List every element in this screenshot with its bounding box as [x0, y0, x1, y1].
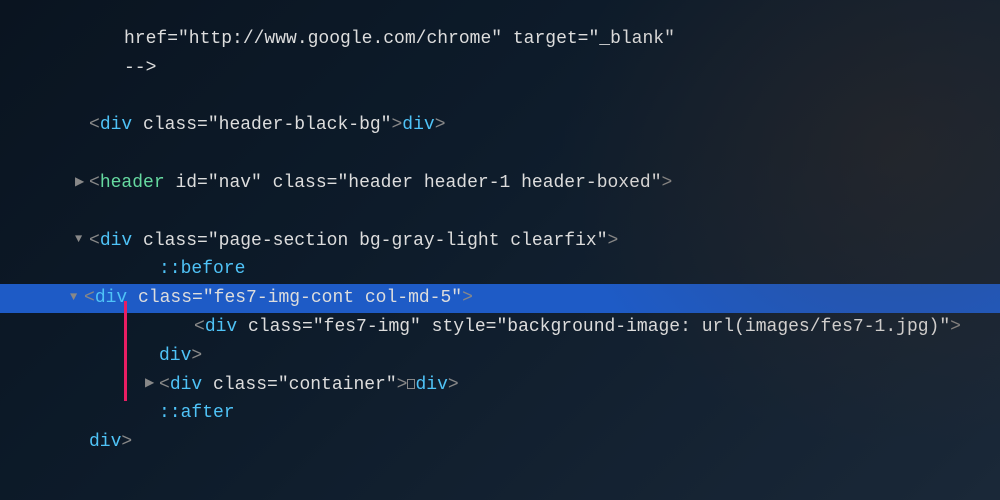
tag-name: div [402, 115, 434, 135]
bracket: > [448, 375, 459, 395]
fold-spacer [75, 86, 89, 105]
code-line[interactable] [55, 457, 1000, 486]
fold-spacer [145, 259, 159, 278]
tag-name: div [159, 346, 191, 366]
code-editor-viewport: href="http://www.google.com/chrome" targ… [55, 25, 1000, 486]
tag-name: div [95, 288, 127, 308]
fold-spacer [145, 403, 159, 422]
attrs: class="fes7-img-cont col-md-5" [138, 288, 462, 308]
fold-spacer [75, 461, 89, 480]
code-line[interactable]: ▶<header id="nav" class="header header-1… [55, 169, 1000, 198]
bracket: > [435, 115, 446, 135]
code-text: href="http://www.google.com/chrome" targ… [124, 29, 675, 49]
fold-toggle-icon[interactable]: ▶ [145, 374, 159, 393]
tag-name: div [100, 231, 132, 251]
bracket: div> [402, 115, 445, 135]
fold-spacer [110, 29, 124, 48]
attrs: class="fes7-img" style="background-image… [248, 317, 950, 337]
code-line[interactable]: ::after [55, 399, 1000, 428]
tag-name: div [89, 432, 121, 452]
tag-name: div [205, 317, 237, 337]
pseudo-element: ::before [159, 259, 245, 279]
code-line[interactable] [55, 198, 1000, 227]
bracket: > [391, 115, 402, 135]
bracket: < [89, 231, 100, 251]
bracket: > [662, 173, 673, 193]
code-line[interactable] [55, 140, 1000, 169]
bracket: < [89, 115, 100, 135]
bracket: > [191, 346, 202, 366]
code-line[interactable]: <div class="fes7-img" style="background-… [55, 313, 1000, 342]
code-line[interactable]: <div class="header-black-bg">div> [55, 111, 1000, 140]
code-text: --> [124, 58, 156, 78]
bracket: < [159, 375, 170, 395]
code-line[interactable]: div> [55, 342, 1000, 371]
fold-toggle-icon[interactable]: ▼ [75, 230, 89, 249]
bracket: div> [159, 346, 202, 366]
code-line[interactable]: href="http://www.google.com/chrome" targ… [55, 25, 1000, 54]
attrs: class="header-black-bg" [143, 115, 391, 135]
code-line[interactable]: ▼<div class="fes7-img-cont col-md-5"> [0, 284, 1000, 313]
fold-spacer [75, 432, 89, 451]
tag-name: div [170, 375, 202, 395]
tag-name: div [415, 375, 447, 395]
bracket: < [194, 317, 205, 337]
bracket: < [89, 173, 100, 193]
fold-spacer [75, 144, 89, 163]
indent-guide [124, 301, 127, 401]
fold-spacer [145, 345, 159, 364]
bracket: < [84, 288, 95, 308]
bracket: div> [89, 432, 132, 452]
fold-spacer [180, 317, 194, 336]
bracket: > [608, 231, 619, 251]
code-line[interactable]: --> [55, 54, 1000, 83]
bracket: > [121, 432, 132, 452]
fold-toggle-icon[interactable]: ▶ [75, 173, 89, 192]
fold-toggle-icon[interactable]: ▼ [70, 288, 84, 307]
fold-spacer [75, 201, 89, 220]
code-line[interactable] [55, 83, 1000, 112]
bracket: > [397, 375, 408, 395]
attrs: id="nav" class="header header-1 header-b… [175, 173, 661, 193]
fold-spacer [75, 115, 89, 134]
code-line[interactable]: div> [55, 428, 1000, 457]
tag-name: header [100, 173, 165, 193]
bracket: div> [415, 375, 458, 395]
tag-name: div [100, 115, 132, 135]
bracket: > [462, 288, 473, 308]
code-line[interactable]: ▼<div class="page-section bg-gray-light … [55, 227, 1000, 256]
fold-spacer [110, 57, 124, 76]
attrs: class="page-section bg-gray-light clearf… [143, 231, 607, 251]
bracket: > [950, 317, 961, 337]
pseudo-element: ::after [159, 403, 235, 423]
attrs: class="container" [213, 375, 397, 395]
code-line[interactable]: ::before [55, 255, 1000, 284]
code-line[interactable]: ▶<div class="container">div> [55, 371, 1000, 400]
